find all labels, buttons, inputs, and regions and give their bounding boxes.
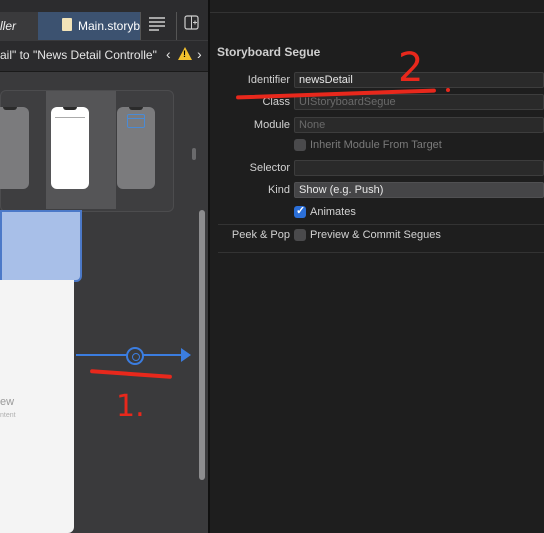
scene-title: ew [0,396,15,408]
section-title: Storyboard Segue [217,45,321,59]
forward-button[interactable]: › [197,46,202,62]
attributes-inspector: Storyboard Segue Identifier newsDetail C… [210,0,544,533]
preview-commit-checkbox[interactable] [294,229,306,241]
module-label: Module [253,119,290,131]
selected-view[interactable] [0,210,82,282]
segue-icon[interactable] [126,347,144,365]
class-field[interactable]: UIStoryboardSegue [294,94,544,110]
document-outline-icon[interactable] [148,15,168,35]
storyboard-file-icon [62,18,72,31]
inspector-toolbar [210,0,544,13]
back-button[interactable]: ‹ [166,46,171,62]
folder-icon [127,114,145,128]
module-field[interactable]: None [294,117,544,133]
tab-separator [176,12,177,40]
storyboard-editor: ller Main.storyb ail" to "News Detail Co… [0,0,208,533]
segue-arrowhead [181,348,191,362]
tab-main-storyboard-label: Main.storyb [78,19,141,33]
editor-tab-bar: ller Main.storyb [0,0,208,40]
vertical-scrollbar[interactable] [199,210,205,480]
annotation-dot [446,88,450,92]
scene-thumbnail[interactable] [0,107,29,189]
annotation-step-one: 1. [116,389,145,424]
warning-icon[interactable]: ! [178,47,192,60]
inherit-module-checkbox[interactable] [294,139,306,151]
scroll-marker [192,148,196,160]
annotation-step-two: 2 [398,45,424,91]
tab-controller-label: ller [0,19,17,33]
jump-bar-path[interactable]: ail" to "News Detail Controlle" [0,48,157,62]
scene-subtitle: ntent [0,412,16,419]
inherit-module-label: Inherit Module From Target [310,139,442,151]
scene-view[interactable]: ew ntent [0,280,74,533]
tab-controller[interactable]: ller [0,12,38,40]
section-divider [218,224,544,225]
section-divider [218,252,544,253]
tab-separator [140,12,141,40]
kind-label: Kind [267,184,290,196]
peek-pop-label: Peek & Pop [231,229,290,241]
kind-dropdown[interactable]: Show (e.g. Push) [294,182,544,198]
selector-label: Selector [249,162,290,174]
preview-commit-label: Preview & Commit Segues [310,229,441,241]
animates-checkbox[interactable] [294,204,306,218]
animates-label: Animates [310,206,356,218]
scene-thumbnail-selected[interactable] [51,107,89,189]
jump-bar: ail" to "News Detail Controlle" ‹ ! › [0,41,208,72]
selector-field[interactable] [294,160,544,176]
scene-overview-popover [0,90,174,212]
tab-main-storyboard[interactable]: Main.storyb [38,12,140,40]
add-editor-icon[interactable] [184,15,204,35]
identifier-label: Identifier [247,74,290,86]
